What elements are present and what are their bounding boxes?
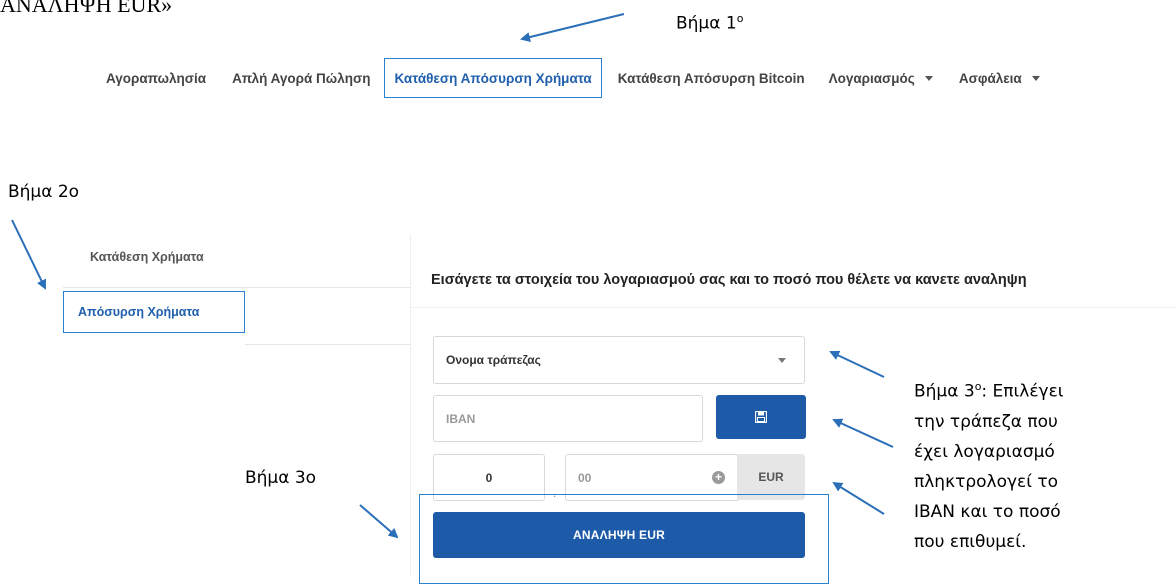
annotation-arrows xyxy=(11,13,894,539)
arrow-iban xyxy=(832,418,894,448)
arrow-step2 xyxy=(11,219,47,290)
arrow-bank-select xyxy=(829,350,885,378)
arrow-step1 xyxy=(520,13,625,42)
arrow-withdraw-button xyxy=(359,504,399,539)
arrow-amount xyxy=(832,481,885,515)
